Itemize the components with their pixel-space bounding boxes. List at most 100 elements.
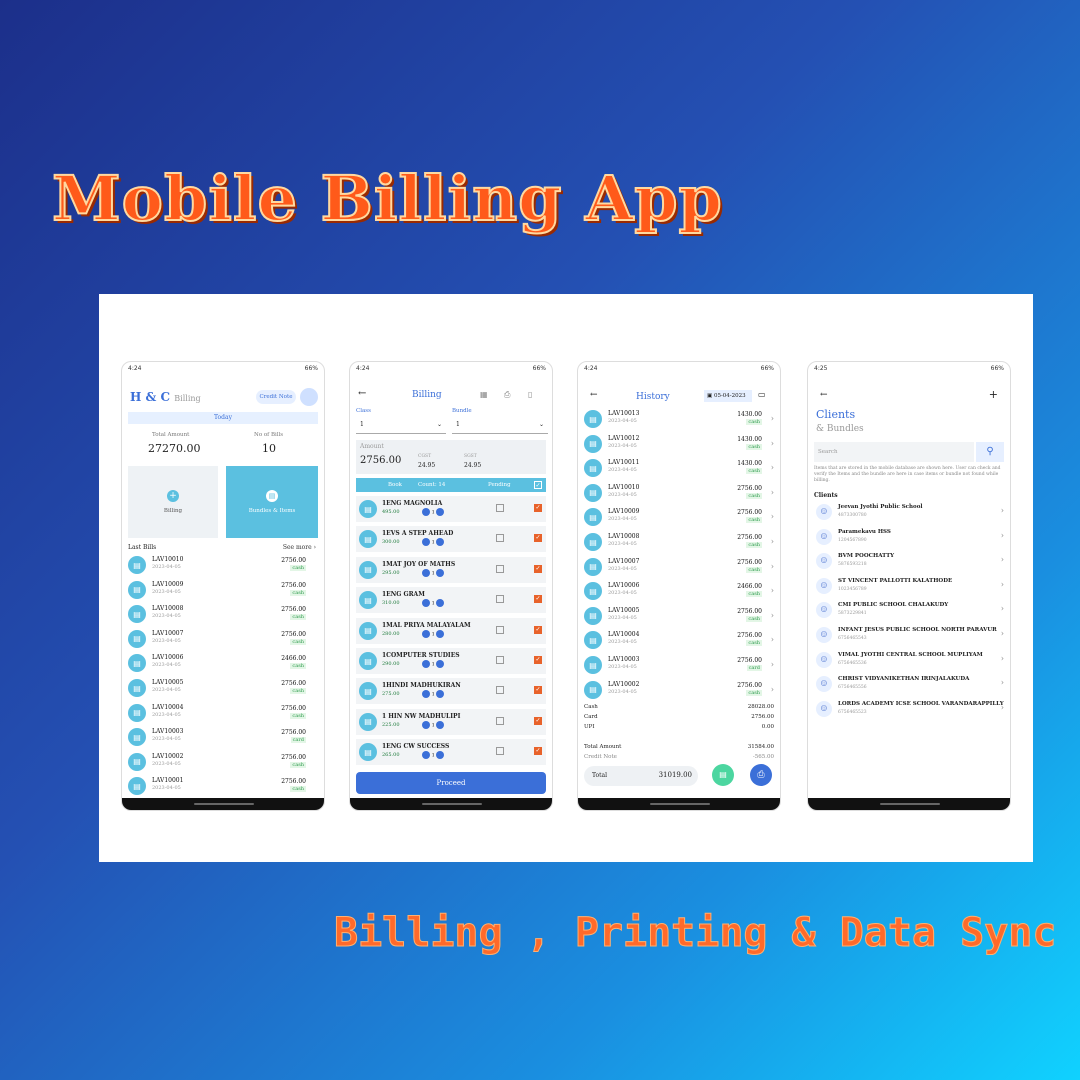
date-filter[interactable]: ▣ 05-04-2023 xyxy=(704,390,752,402)
bill-row[interactable]: ▤ LAV10003 2023-04-05 2756.00 card xyxy=(128,726,318,750)
pending-checkbox[interactable] xyxy=(496,686,504,695)
credit-note-button[interactable]: Credit Note xyxy=(256,390,296,404)
history-row[interactable]: ▤ LAV10003 2023-04-05 2756.00 card › xyxy=(584,654,774,678)
plus-icon[interactable] xyxy=(422,508,430,516)
book-row[interactable]: ▤ 1ENG GRAM 310.00 1 ✓ xyxy=(356,587,546,614)
search-icon[interactable]: ⚲ xyxy=(976,442,1004,462)
plus-icon[interactable] xyxy=(422,568,430,577)
inbox-icon[interactable]: ▭ xyxy=(758,390,766,399)
bill-row[interactable]: ▤ LAV10004 2023-04-05 2756.00 cash xyxy=(128,702,318,726)
plus-icon[interactable] xyxy=(422,690,430,699)
quantity-stepper[interactable]: 1 xyxy=(422,751,445,760)
book-row[interactable]: ▤ 1MAT JOY OF MATHS 295.00 1 ✓ xyxy=(356,556,546,583)
bill-row[interactable]: ▤ LAV10008 2023-04-05 2756.00 cash xyxy=(128,603,318,627)
quantity-stepper[interactable]: 1 xyxy=(422,538,445,547)
client-row[interactable]: ☺ INFANT JESUS PUBLIC SCHOOL NORTH PARAV… xyxy=(814,625,1004,647)
minus-icon[interactable] xyxy=(436,568,445,577)
plus-icon[interactable] xyxy=(422,751,430,760)
history-row[interactable]: ▤ LAV10013 2023-04-05 1430.00 cash › xyxy=(584,408,774,432)
selected-checkbox[interactable]: ✓ xyxy=(534,595,542,604)
bill-row[interactable]: ▤ LAV10007 2023-04-05 2756.00 cash xyxy=(128,628,318,652)
minus-icon[interactable] xyxy=(436,538,445,547)
minus-icon[interactable] xyxy=(436,690,445,699)
bill-row[interactable]: ▤ LAV10010 2023-04-05 2756.00 cash xyxy=(128,554,318,578)
selected-checkbox[interactable]: ✓ xyxy=(534,625,542,634)
bill-row[interactable]: ▤ LAV10006 2023-04-05 2466.00 cash xyxy=(128,652,318,676)
select-all-checkbox[interactable]: ✓ xyxy=(534,481,542,489)
proceed-button[interactable]: Proceed xyxy=(356,772,546,794)
selected-checkbox[interactable]: ✓ xyxy=(534,504,542,512)
history-row[interactable]: ▤ LAV10006 2023-04-05 2466.00 cash › xyxy=(584,580,774,604)
print-button[interactable]: ⎙ xyxy=(750,764,772,786)
export-document-button[interactable]: ▤ xyxy=(712,764,734,786)
selected-checkbox[interactable]: ✓ xyxy=(534,686,542,695)
print-icon[interactable]: ⎙ xyxy=(504,390,510,400)
client-row[interactable]: ☺ LORDS ACADEMY ICSE SCHOOL VARANDARAPPI… xyxy=(814,699,1004,721)
pending-checkbox[interactable] xyxy=(496,625,504,634)
bill-row[interactable]: ▤ LAV10005 2023-04-05 2756.00 cash xyxy=(128,677,318,701)
back-arrow-icon[interactable]: ← xyxy=(820,390,828,400)
client-row[interactable]: ☺ BVM POOCHATTY 5876593218 › xyxy=(814,551,1004,573)
history-row[interactable]: ▤ LAV10009 2023-04-05 2756.00 cash › xyxy=(584,506,774,530)
minus-icon[interactable] xyxy=(436,629,445,638)
plus-icon[interactable] xyxy=(422,629,430,638)
pending-checkbox[interactable] xyxy=(496,747,504,756)
pending-checkbox[interactable] xyxy=(496,595,504,604)
book-row[interactable]: ▤ 1 HIN NW MADHULIPI 225.00 1 ✓ xyxy=(356,708,546,735)
history-row[interactable]: ▤ LAV10011 2023-04-05 1430.00 cash › xyxy=(584,457,774,481)
client-row[interactable]: ☺ CHRIST VIDYANIKETHAN IRINJALAKUDA 6756… xyxy=(814,674,1004,696)
selected-checkbox[interactable]: ✓ xyxy=(534,716,542,725)
book-row[interactable]: ▤ 1MAL PRIYA MALAYALAM 280.00 1 ✓ xyxy=(356,617,546,644)
bill-row[interactable]: ▤ LAV10001 2023-04-05 2756.00 cash xyxy=(128,775,318,799)
search-input[interactable]: Search xyxy=(814,442,974,462)
client-row[interactable]: ☺ CMI PUBLIC SCHOOL CHALAKUDY 5873229841… xyxy=(814,600,1004,622)
bundles-tile[interactable]: ▤ Bundles & Items xyxy=(226,466,318,538)
client-row[interactable]: ☺ Paramekavu HSS 1204567890 › xyxy=(814,527,1004,549)
quantity-stepper[interactable]: 1 xyxy=(422,568,445,577)
cart-icon[interactable]: ▦ xyxy=(480,390,488,399)
history-row[interactable]: ▤ LAV10012 2023-04-05 1430.00 cash › xyxy=(584,433,774,457)
quantity-stepper[interactable]: 1 xyxy=(422,690,445,699)
back-arrow-icon[interactable]: ← xyxy=(358,388,366,399)
class-select[interactable]: 1 ⌄ xyxy=(356,416,446,434)
plus-icon[interactable] xyxy=(422,660,430,668)
client-row[interactable]: ☺ Jeevan Jyothi Public School 4873300780… xyxy=(814,502,1004,524)
quantity-stepper[interactable]: 1 xyxy=(422,720,445,729)
quantity-stepper[interactable]: 1 xyxy=(422,508,445,516)
back-arrow-icon[interactable]: ← xyxy=(590,390,598,400)
see-more-link[interactable]: See more › xyxy=(283,544,316,551)
history-row[interactable]: ▤ LAV10007 2023-04-05 2756.00 cash › xyxy=(584,556,774,580)
book-row[interactable]: ▤ 1HINDI MADHUKIRAN 275.00 1 ✓ xyxy=(356,678,546,705)
pending-checkbox[interactable] xyxy=(496,716,504,725)
selected-checkbox[interactable]: ✓ xyxy=(534,534,542,543)
minus-icon[interactable] xyxy=(436,751,445,760)
plus-icon[interactable] xyxy=(422,599,430,608)
client-row[interactable]: ☺ ST VINCENT PALLOTTI KALATHODE 10234567… xyxy=(814,576,1004,598)
quantity-stepper[interactable]: 1 xyxy=(422,599,445,608)
history-row[interactable]: ▤ LAV10002 2023-04-05 2756.00 cash › xyxy=(584,679,774,703)
bundle-select[interactable]: 1 ⌄ xyxy=(452,416,548,434)
history-row[interactable]: ▤ LAV10010 2023-04-05 2756.00 cash › xyxy=(584,482,774,506)
minus-icon[interactable] xyxy=(436,508,445,516)
pending-checkbox[interactable] xyxy=(496,564,504,573)
selected-checkbox[interactable]: ✓ xyxy=(534,656,542,664)
billing-tile[interactable]: + Billing xyxy=(128,466,218,538)
document-icon[interactable]: ▯ xyxy=(528,390,532,399)
quantity-stepper[interactable]: 1 xyxy=(422,660,445,668)
minus-icon[interactable] xyxy=(436,599,445,608)
plus-icon[interactable] xyxy=(422,720,430,729)
bill-row[interactable]: ▤ LAV10009 2023-04-05 2756.00 cash xyxy=(128,579,318,603)
plus-icon[interactable] xyxy=(422,538,430,547)
minus-icon[interactable] xyxy=(436,720,445,729)
quantity-stepper[interactable]: 1 xyxy=(422,629,445,638)
minus-icon[interactable] xyxy=(436,660,445,668)
client-row[interactable]: ☺ VIMAL JYOTHI CENTRAL SCHOOL MUPLIYAM 6… xyxy=(814,650,1004,672)
pending-checkbox[interactable] xyxy=(496,504,504,512)
history-row[interactable]: ▤ LAV10005 2023-04-05 2756.00 cash › xyxy=(584,605,774,629)
selected-checkbox[interactable]: ✓ xyxy=(534,564,542,573)
pending-checkbox[interactable] xyxy=(496,534,504,543)
book-row[interactable]: ▤ 1ENG MAGNOLIA 495.00 1 ✓ xyxy=(356,496,546,522)
pending-checkbox[interactable] xyxy=(496,656,504,664)
book-row[interactable]: ▤ 1COMPUTER STUDIES 290.00 1 ✓ xyxy=(356,648,546,674)
bill-row[interactable]: ▤ LAV10002 2023-04-05 2756.00 cash xyxy=(128,751,318,775)
